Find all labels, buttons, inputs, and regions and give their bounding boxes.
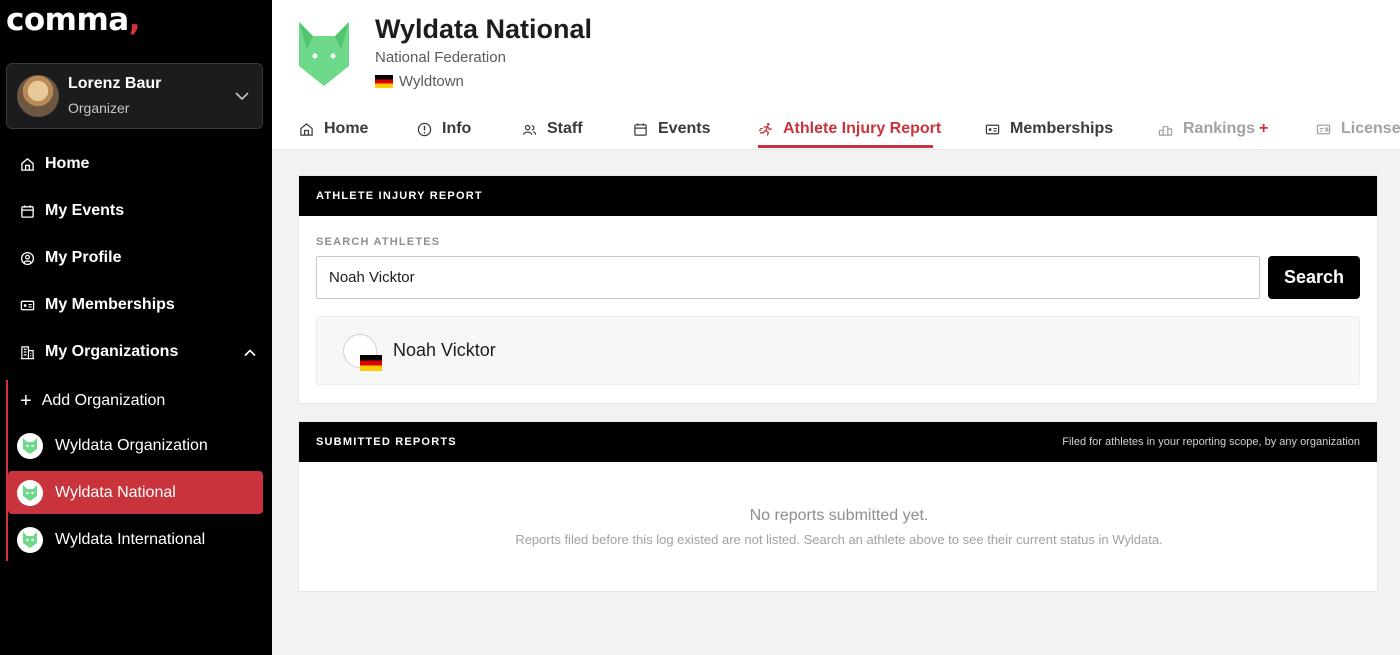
submitted-reports-panel: SUBMITTED REPORTS Filed for athletes in … [298,421,1378,592]
id-card-icon [985,124,1000,134]
athlete-injury-report-panel: ATHLETE INJURY REPORT SEARCH ATHLETES Se… [298,175,1378,404]
org-label: Wyldata National [55,483,176,501]
home-icon [300,122,313,136]
users-icon [522,124,537,135]
empty-state-title: No reports submitted yet. [749,507,929,524]
org-logo-icon [17,526,43,553]
tab-home[interactable]: Home [299,119,368,139]
germany-flag-icon [375,75,393,88]
sidebar-item-home[interactable]: Home [20,153,89,175]
org-type: National Federation [375,49,506,66]
panel-note: Filed for athletes in your reporting sco… [1062,436,1360,448]
panel-title: ATHLETE INJURY REPORT [316,190,483,202]
active-tab-indicator [758,145,933,148]
calendar-icon [21,204,34,218]
tab-label: Info [442,120,472,137]
tab-licenses[interactable]: Licenses [1316,119,1400,139]
add-organization-button[interactable]: + Add Organization [20,390,165,412]
sidebar-item-label: My Profile [45,249,122,266]
tab-rankings[interactable]: Rankings + [1158,119,1268,139]
calendar-icon [634,122,647,136]
search-button[interactable]: Search [1268,256,1360,299]
sidebar-item-my-memberships[interactable]: My Memberships [20,294,175,316]
athlete-avatar [343,333,382,371]
license-icon [1316,124,1331,134]
user-menu[interactable]: Lorenz Baur Organizer [6,63,263,129]
user-name: Lorenz Baur [68,75,162,92]
org-logo-icon [299,22,349,86]
tab-memberships[interactable]: Memberships [985,119,1113,139]
sidebar-item-label: Home [45,155,90,172]
search-athletes-input[interactable] [316,256,1260,299]
athlete-name: Noah Vicktor [393,340,496,360]
home-icon [21,157,34,171]
tab-info[interactable]: Info [417,119,471,139]
plus-icon: + [20,390,32,412]
panel-title: SUBMITTED REPORTS [316,436,457,448]
tab-label: Memberships [1010,120,1114,137]
app-logo[interactable]: comma, [6,2,140,38]
sidebar-item-my-organizations[interactable]: My Organizations [20,341,178,363]
sidebar-item-label: My Organizations [45,343,179,360]
tab-label: Home [324,120,369,137]
info-icon [417,122,432,136]
org-logo-icon [17,432,43,459]
id-card-icon [20,300,35,310]
sidebar-item-label: My Memberships [45,296,175,313]
germany-flag-icon [360,354,382,371]
tab-label: Athlete Injury Report [783,120,942,137]
org-label: Wyldata International [55,530,206,548]
search-label: SEARCH ATHLETES [316,236,441,248]
chevron-up-icon[interactable] [243,346,257,360]
tab-label: Staff [547,120,583,137]
org-location-label: Wyldtown [399,73,464,90]
page-title: Wyldata National [375,14,593,44]
empty-state-description: Reports filed before this log existed ar… [515,532,1163,547]
tab-staff[interactable]: Staff [522,119,583,139]
podium-icon [1158,125,1173,136]
sidebar-item-label: My Events [45,202,125,219]
sidebar-org-wyldata-national[interactable]: Wyldata National [8,471,263,514]
rankings-plus-badge: + [1259,120,1269,137]
panel-header: ATHLETE INJURY REPORT [299,176,1377,216]
tab-label: Licenses [1341,120,1400,137]
sidebar-org-wyldata-organization[interactable]: Wyldata Organization [8,424,263,467]
avatar [17,75,59,117]
sidebar-item-my-profile[interactable]: My Profile [20,247,121,269]
sidebar: comma, Lorenz Baur Organizer Home My Eve… [0,0,272,655]
main-content: Wyldata National National Federation Wyl… [272,0,1400,655]
tab-athlete-injury-report[interactable]: Athlete Injury Report [758,119,941,139]
building-icon [20,345,35,359]
panel-header: SUBMITTED REPORTS Filed for athletes in … [299,422,1377,462]
org-logo-icon [17,479,43,506]
runner-icon [758,122,772,136]
org-header: Wyldata National National Federation Wyl… [272,0,1400,150]
tab-label: Rankings [1183,120,1256,137]
tab-events[interactable]: Events [633,119,710,139]
sidebar-org-wyldata-international[interactable]: Wyldata International [8,518,263,561]
user-role: Organizer [68,100,130,116]
chevron-down-icon[interactable] [234,88,250,104]
org-location: Wyldtown [375,73,464,90]
athlete-result-item[interactable]: Noah Vicktor [316,316,1360,385]
tab-label: Events [658,120,711,137]
add-organization-label: Add Organization [41,392,166,409]
org-label: Wyldata Organization [55,436,208,454]
user-circle-icon [20,251,35,265]
sidebar-item-my-events[interactable]: My Events [20,200,124,222]
